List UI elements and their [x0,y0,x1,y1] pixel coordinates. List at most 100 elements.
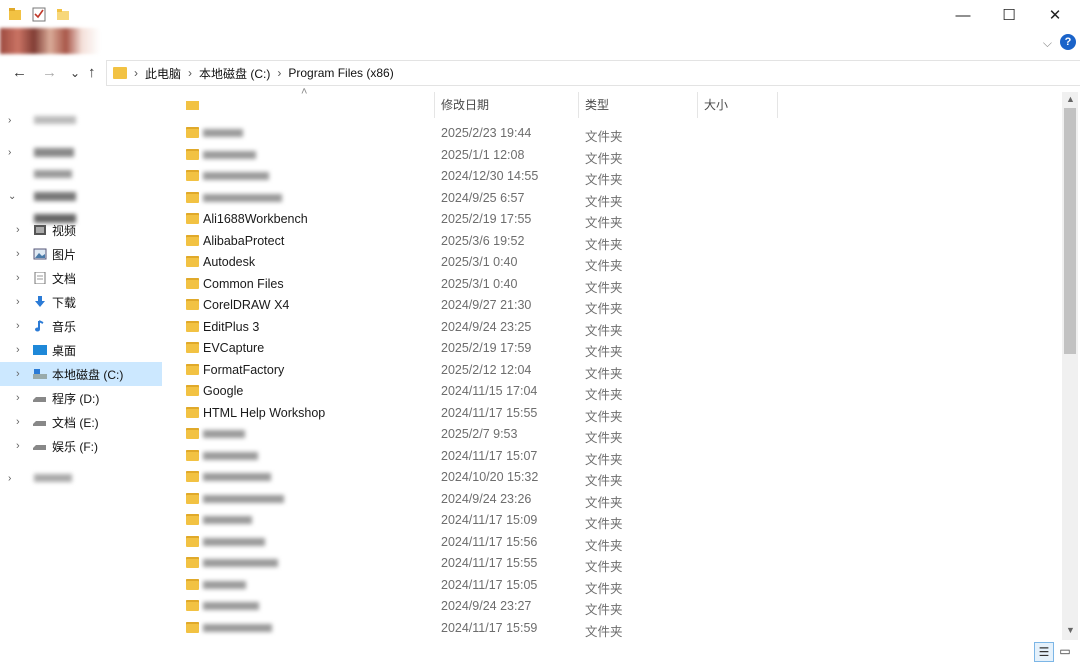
folder-icon [186,621,199,633]
file-type: 文件夹 [585,216,623,230]
file-modified-date: 2024/11/17 15:05 [441,577,538,592]
sidebar-item-onedrive[interactable]: › [0,140,162,164]
file-row[interactable]: 2024/9/24 23:26 文件夹 [166,489,1060,510]
back-button[interactable]: ← [12,64,27,81]
file-row[interactable]: Common Files 2025/3/1 0:40 文件夹 [166,274,1060,295]
sidebar-item-downloads[interactable]: › 下载 [0,290,162,314]
file-name: HTML Help Workshop [203,405,326,420]
file-row[interactable]: FormatFactory 2025/2/12 12:04 文件夹 [166,360,1060,381]
file-row[interactable]: 2024/11/17 15:59 文件夹 [166,618,1060,639]
sidebar-item-drive-c[interactable]: › 本地磁盘 (C:) [0,362,162,386]
file-modified-date: 2024/9/25 6:57 [441,190,525,205]
folder-icon [186,578,199,590]
file-modified-date: 2024/9/24 23:27 [441,599,532,613]
file-type: 文件夹 [585,388,623,402]
column-header-type[interactable]: 类型 [585,90,685,118]
sidebar-item-label: 下载 [52,295,77,310]
file-modified-date: 2025/2/19 17:55 [441,212,532,226]
file-row[interactable]: 2024/12/30 14:55 文件夹 [166,166,1060,187]
file-row[interactable]: AlibabaProtect 2025/3/6 19:52 文件夹 [166,231,1060,252]
sidebar-item-pictures[interactable]: › 图片 [0,242,162,266]
sidebar-item-label [34,170,72,178]
folder-icon [186,471,199,482]
sidebar-item-documents[interactable]: › 文档 [0,266,162,290]
file-row[interactable]: 2024/11/17 15:55 文件夹 [166,553,1060,574]
column-header-size[interactable]: 大小 [704,90,774,118]
file-row[interactable]: EditPlus 3 2024/9/24 23:25 文件夹 [166,317,1060,338]
file-row[interactable]: CorelDRAW X4 2024/9/27 21:30 文件夹 [166,295,1060,316]
download-icon [33,296,47,308]
breadcrumb-drive-c[interactable]: 本地磁盘 (C:) [199,65,270,82]
breadcrumb-this-pc[interactable]: 此电脑 [145,65,181,82]
file-row[interactable]: Ali1688Workbench 2025/2/19 17:55 文件夹 [166,209,1060,230]
column-divider[interactable] [434,92,435,118]
file-row[interactable]: 2025/2/7 9:53 文件夹 [166,424,1060,445]
folder-icon[interactable] [8,6,22,22]
file-type: 文件夹 [585,259,623,273]
column-divider[interactable] [697,92,698,118]
file-type: 文件夹 [585,581,623,596]
sidebar-item-drive-f[interactable]: › 娱乐 (F:) [0,434,162,458]
sidebar-item-expanded[interactable]: ⌄ [0,184,162,208]
file-type: 文件夹 [585,560,623,574]
folder-icon [186,127,199,138]
forward-button[interactable]: → [42,64,57,81]
sidebar-item-network[interactable]: › [0,466,162,490]
file-row[interactable]: EVCapture 2025/2/19 17:59 文件夹 [166,338,1060,359]
file-row[interactable]: 2024/9/25 6:57 文件夹 [166,188,1060,209]
scroll-down-icon[interactable]: ▼ [1066,625,1075,635]
file-row[interactable]: HTML Help Workshop 2024/11/17 15:55 文件夹 [166,403,1060,424]
scrollbar-thumb[interactable] [1064,108,1076,354]
file-name [203,602,259,610]
sidebar-item-quick-access[interactable]: › [0,108,162,132]
address-bar[interactable]: › 此电脑 › 本地磁盘 (C:) › Program Files (x86) [106,60,1080,86]
up-button[interactable]: ↑ [88,64,96,81]
minimize-button[interactable]: — [940,0,986,30]
file-row[interactable]: 2025/1/1 12:08 文件夹 [166,145,1060,166]
file-row[interactable]: 2024/11/17 15:05 文件夹 [166,575,1060,596]
sidebar-item-label: 视频 [52,223,77,238]
file-row[interactable]: Google 2024/11/15 17:04 文件夹 [166,381,1060,402]
scroll-up-icon[interactable]: ▲ [1066,94,1075,104]
sidebar-item-drive-e[interactable]: › 文档 (E:) [0,410,162,434]
file-modified-date: 2025/3/6 19:52 [441,233,525,248]
recent-locations-button[interactable]: ⌄ [70,66,80,80]
column-header-name[interactable] [203,90,423,118]
sidebar-item-video[interactable]: › 视频 [0,218,162,242]
file-type: 文件夹 [585,624,623,639]
file-row[interactable]: 2024/11/17 15:56 文件夹 [166,532,1060,553]
sidebar-item-label [34,147,74,157]
file-row[interactable]: 2024/11/17 15:09 文件夹 [166,510,1060,531]
file-row[interactable]: 2024/9/24 23:27 文件夹 [166,596,1060,617]
column-header-date[interactable]: 修改日期 [441,90,571,118]
details-view-button[interactable]: ☰ [1034,642,1054,662]
file-modified-date: 2024/11/15 17:04 [441,384,538,398]
file-row[interactable]: 2024/11/17 15:07 文件夹 [166,446,1060,467]
file-name: Ali1688Workbench [203,212,308,226]
sidebar-item-music[interactable]: › 音乐 [0,314,162,338]
folder-icon [186,449,199,461]
status-bar: ☰ ▭ [0,640,1080,663]
breadcrumb-program-files-x86[interactable]: Program Files (x86) [288,66,393,80]
folder-icon [186,170,199,181]
help-icon[interactable]: ? [1060,34,1076,50]
new-folder-icon[interactable] [56,6,70,22]
file-row[interactable]: Autodesk 2025/3/1 0:40 文件夹 [166,252,1060,273]
column-divider[interactable] [578,92,579,118]
header-folder-icon [186,90,199,118]
properties-icon[interactable] [32,6,46,22]
ribbon-tabs[interactable] [0,28,100,54]
breadcrumb-separator: › [188,66,193,80]
ribbon-expand-icon[interactable]: ⌵ [1043,36,1052,51]
sidebar-item-desktop[interactable]: › 桌面 [0,338,162,362]
file-name: CorelDRAW X4 [203,298,290,312]
column-divider[interactable] [777,92,778,118]
sidebar-item-label: 桌面 [52,343,77,358]
file-row[interactable]: 2025/2/23 19:44 文件夹 [166,123,1060,144]
large-icons-view-button[interactable]: ▭ [1056,642,1074,660]
sidebar-item-drive-d[interactable]: › 程序 (D:) [0,386,162,410]
file-row[interactable]: 2024/10/20 15:32 文件夹 [166,467,1060,488]
sidebar-item-this-pc[interactable] [0,162,162,186]
close-button[interactable]: ✕ [1032,0,1078,30]
maximize-button[interactable]: ☐ [986,0,1032,30]
